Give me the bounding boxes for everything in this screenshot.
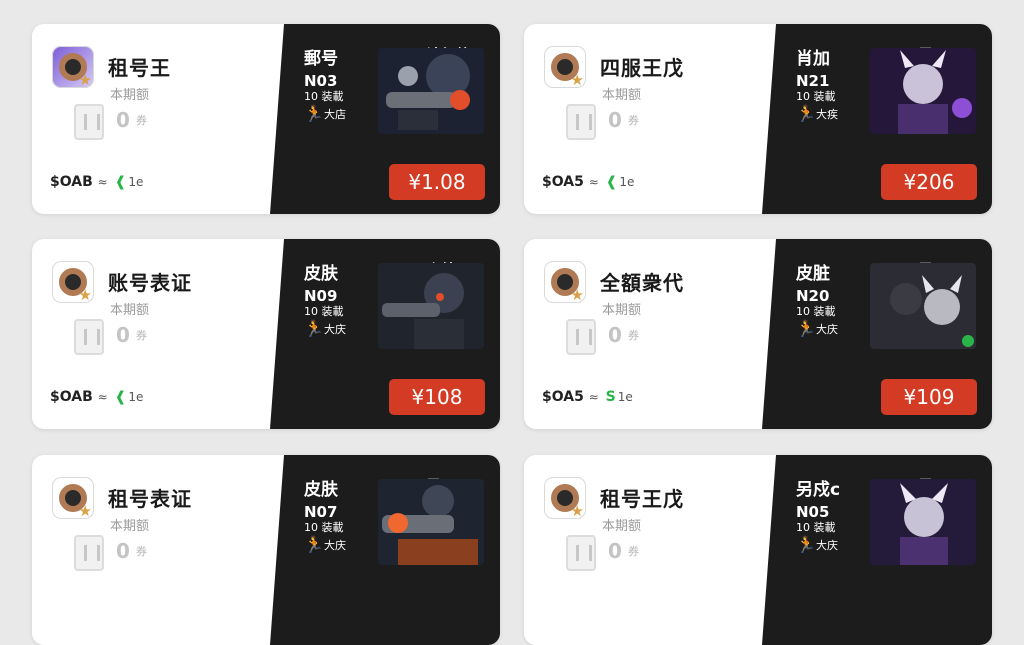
ring-logo-icon: ★ [544,477,586,519]
label-left: 皮肤 [304,480,338,500]
horned-warrior-art-icon [870,479,976,565]
listing-grid: ★ 租号王 本期额 0 券 $OAB ≈ ❰1e 郵号 计细纹 N03 10 装… [0,0,1024,645]
runner-icon: 🏃 [304,104,324,123]
listing-card[interactable]: ★ 租号王 本期额 0 券 $OAB ≈ ❰1e 郵号 计细纹 N03 10 装… [32,24,500,214]
price-button[interactable]: ¥206 [881,164,977,200]
app-name: 租号表证 [108,487,192,511]
ring-logo-icon: ★ [544,46,586,88]
stat-line-3: 大店 [324,108,346,121]
listing-card[interactable]: ★ 全額衆代 本期额 0 券 $OA5 ≈ S1e 皮脏 另 Kic N20 1… [524,239,992,429]
app-name: 租号王 [108,56,171,80]
coupon-count: 0 [116,539,130,563]
coupon-unit: 券 [136,329,147,342]
stat-line-2: 10 装載 [796,90,836,103]
price-code: $OAB ≈ ❰ 1e [50,174,144,190]
horned-warrior-art-icon [870,48,976,134]
stat-line-2: 10 装載 [304,521,344,534]
coupon-count: 0 [116,323,130,347]
runner-icon: 🏃 [304,319,324,338]
stat-line-2: 10 装載 [796,305,836,318]
label-left: 郵号 [304,49,338,69]
stat-line-2: 10 装載 [304,90,344,103]
sub-name: 本期额 [602,303,642,318]
label-left: 另戍c [796,480,841,500]
price-button[interactable]: ¥108 [389,379,485,415]
runner-icon: 🏃 [304,535,324,554]
ring-logo-icon: ★ [52,261,94,303]
document-icon [566,104,596,140]
price-code: $OA5 ≈ ❰ 1e [542,174,635,190]
price-code: $OAB ≈ ❰ 1e [50,389,144,405]
stat-line-3: 大疾 [816,108,838,121]
coupon-count: 0 [608,108,622,132]
sub-name: 本期额 [602,88,642,103]
document-icon [74,535,104,571]
coupon-unit: 券 [136,545,147,558]
armored-gunner-art-icon [378,263,484,349]
label-left: 肖加 [796,49,830,69]
app-name: 全額衆代 [600,271,684,295]
coupon-count: 0 [608,323,622,347]
coupon-unit: 券 [628,114,639,127]
purple-ring-logo-icon: ★ [52,46,94,88]
price-code: $OA5 ≈ S 1e [542,389,633,405]
price-button[interactable]: ¥109 [881,379,977,415]
stat-line-3: 大庆 [324,323,346,336]
sub-name: 本期额 [110,88,150,103]
runner-icon: 🏃 [796,319,816,338]
listing-card[interactable]: ★ 租号表证 本期额 0 券 皮肤 另 Stc N07 10 装載 🏃 大庆 [32,455,500,645]
label-left: 皮肤 [304,264,338,284]
listing-card[interactable]: ★ 四服王戊 本期额 0 券 $OA5 ≈ ❰1e 肖加 另 Stc N21 1… [524,24,992,214]
sub-name: 本期额 [602,519,642,534]
coupon-count: 0 [116,108,130,132]
stat-line-3: 大庆 [816,539,838,552]
sub-name: 本期额 [110,519,150,534]
price-button[interactable]: ¥1.08 [389,164,485,200]
ring-logo-icon: ★ [544,261,586,303]
coupon-unit: 券 [136,114,147,127]
stat-line-2: 10 装載 [304,305,344,318]
document-icon [74,104,104,140]
coupon-unit: 券 [628,329,639,342]
document-icon [566,535,596,571]
app-name: 四服王戊 [600,56,684,80]
app-name: 账号表证 [108,271,192,295]
stat-line-3: 大庆 [816,323,838,336]
sub-name: 本期额 [110,303,150,318]
armored-gunner-art-icon [378,48,484,134]
ring-logo-icon: ★ [52,477,94,519]
runner-icon: 🏃 [796,535,816,554]
document-icon [74,319,104,355]
document-icon [566,319,596,355]
horned-warrior-art-icon [870,263,976,349]
coupon-count: 0 [608,539,622,563]
stat-line-3: 大庆 [324,539,346,552]
runner-icon: 🏃 [796,104,816,123]
listing-card[interactable]: ★ 账号表证 本期额 0 券 $OAB ≈ ❰1e 皮肤 介绩Ic N09 10… [32,239,500,429]
app-name: 租号王戊 [600,487,684,511]
armored-gunner-art-icon [378,479,484,565]
listing-card[interactable]: ★ 租号王戊 本期额 0 券 另戍c 另 Stc N05 10 装載 🏃 大庆 [524,455,992,645]
label-left: 皮脏 [796,264,830,284]
stat-line-2: 10 装載 [796,521,836,534]
coupon-unit: 券 [628,545,639,558]
